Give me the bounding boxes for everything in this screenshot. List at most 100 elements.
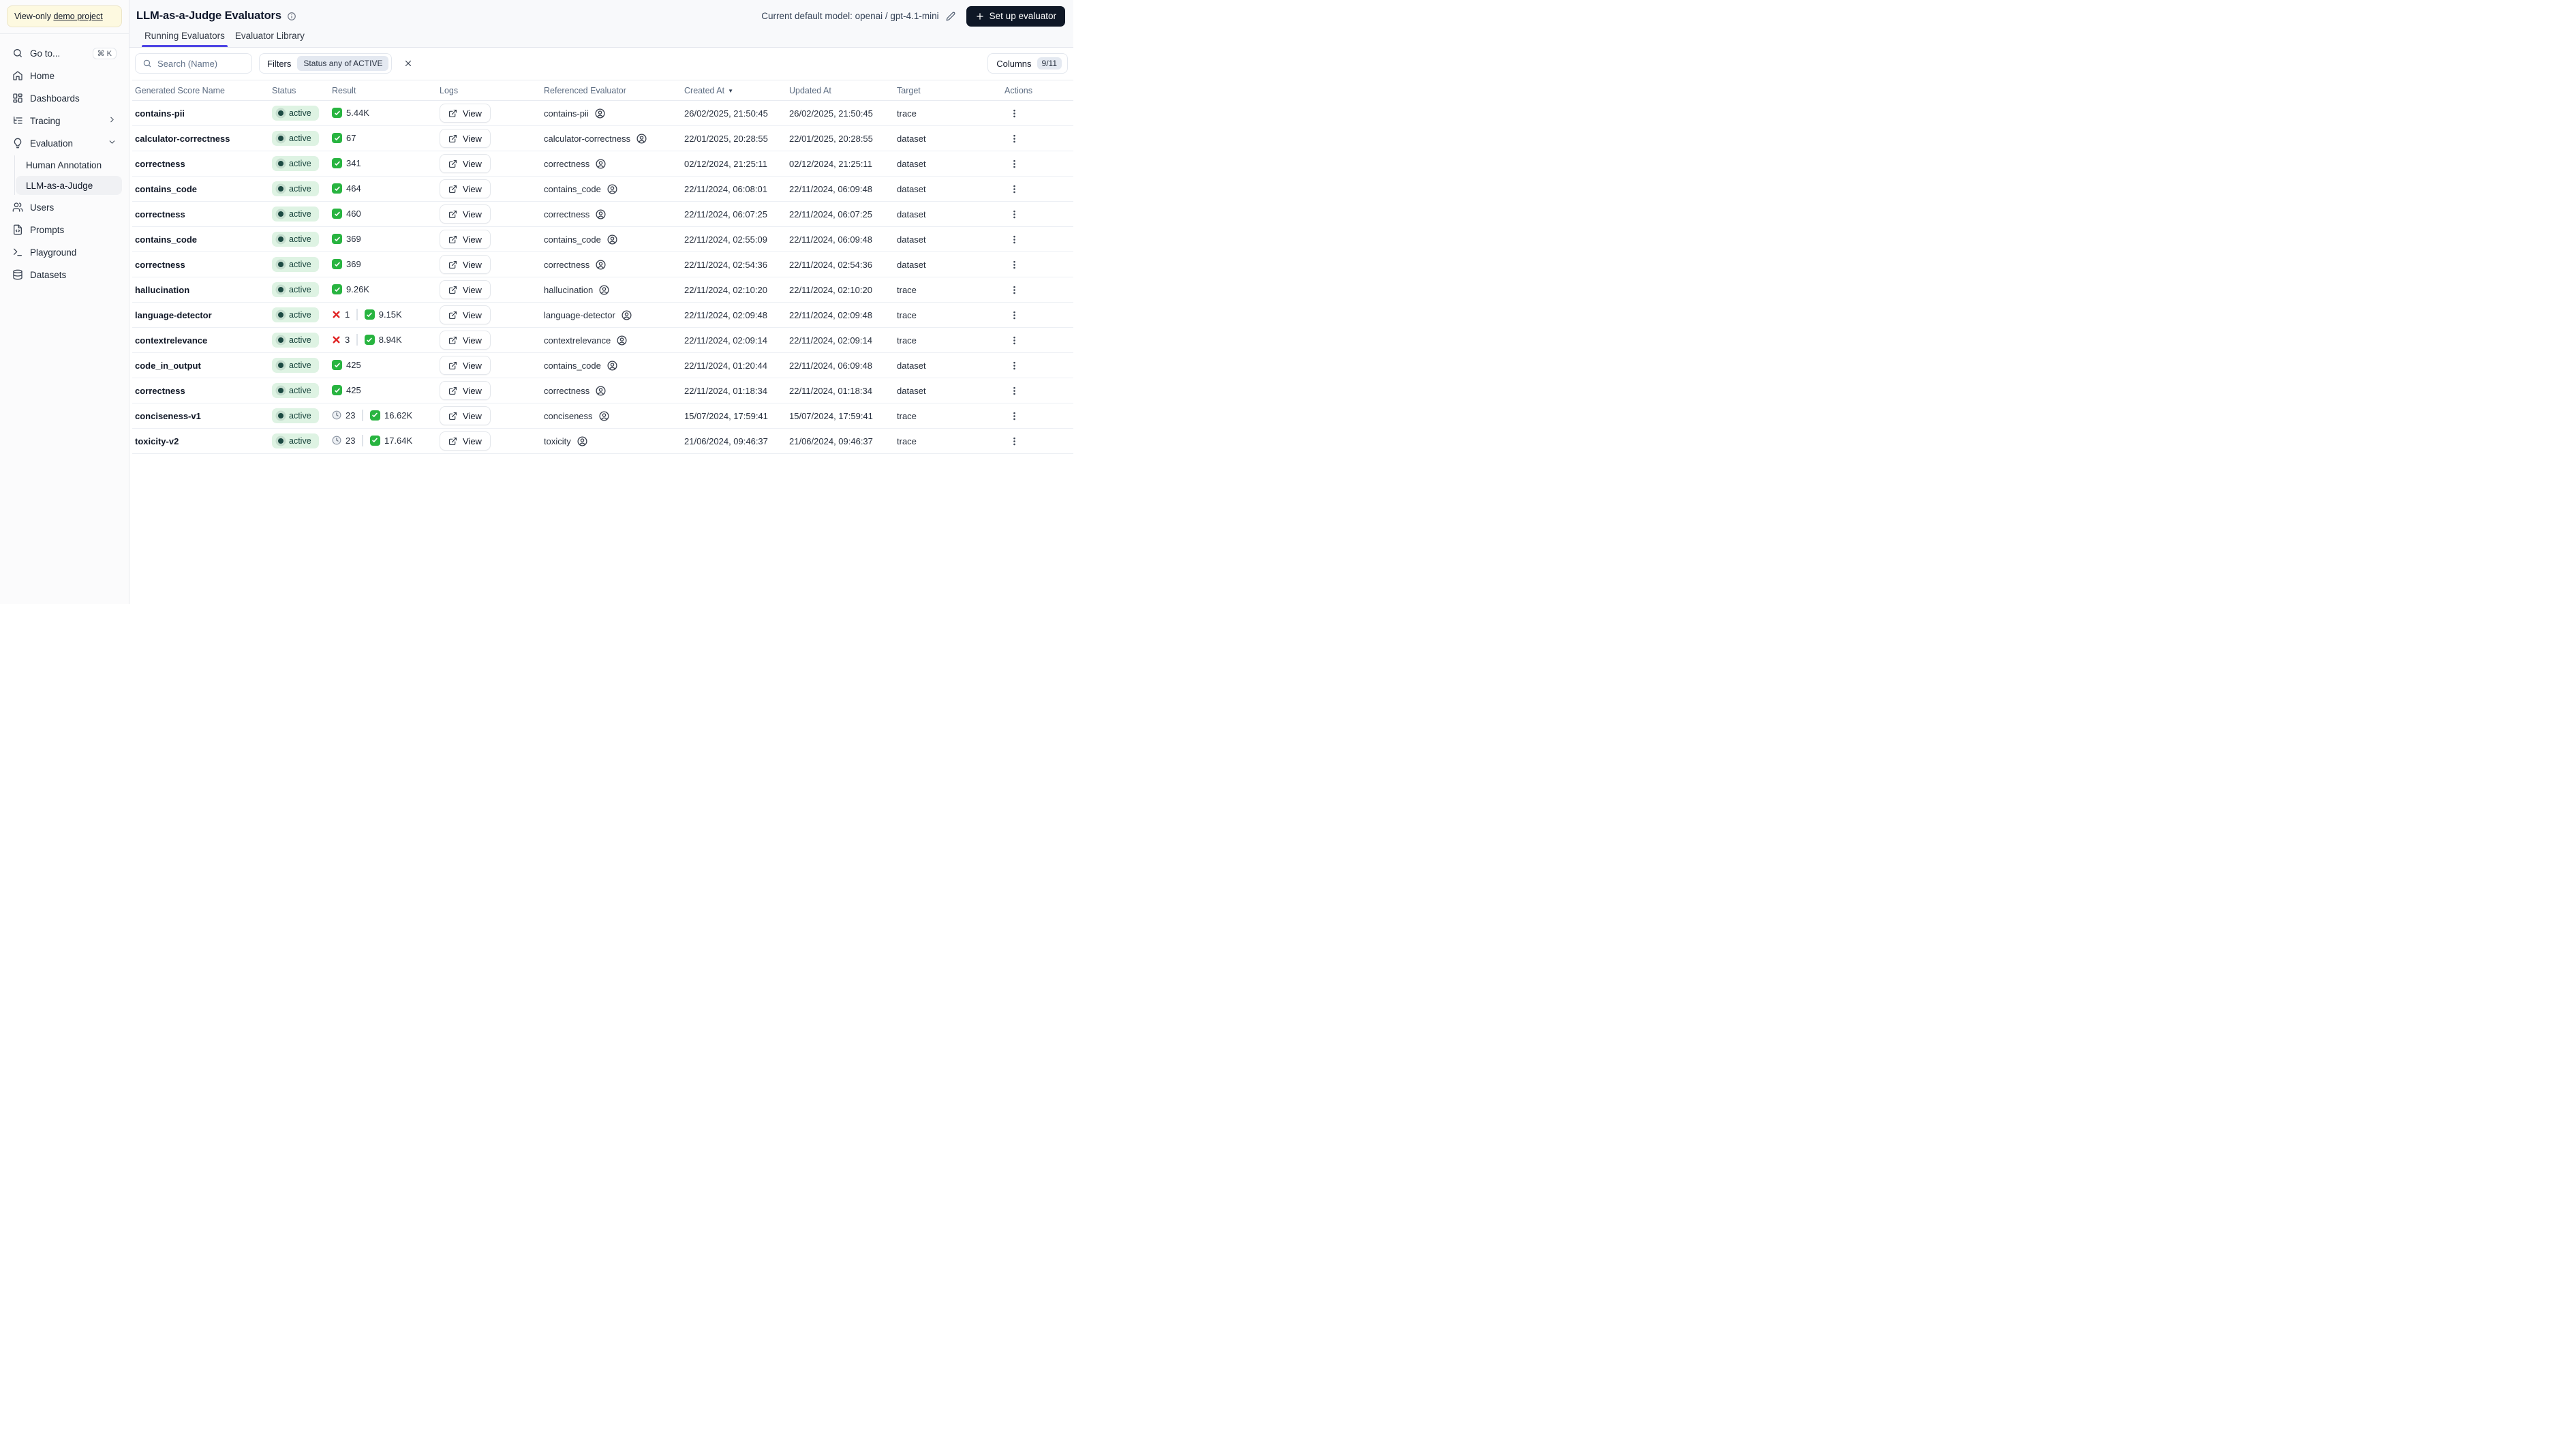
referenced-evaluator[interactable]: contains_code — [544, 183, 618, 195]
logs-view-button[interactable]: View — [440, 331, 491, 350]
referenced-evaluator[interactable]: hallucination — [544, 284, 610, 296]
table-row[interactable]: correctness active 460 View correctness … — [132, 201, 1073, 227]
referenced-evaluator[interactable]: correctness — [544, 259, 607, 271]
logs-view-button[interactable]: View — [440, 305, 491, 324]
row-actions-button[interactable] — [1005, 381, 1024, 400]
tab-running-evaluators[interactable]: Running Evaluators — [142, 31, 228, 47]
col-header-target[interactable]: Target — [894, 80, 1002, 101]
sidebar-item-dashboards[interactable]: Dashboards — [7, 88, 122, 108]
logs-view-button[interactable]: View — [440, 431, 491, 451]
status-label: active — [289, 310, 311, 320]
referenced-evaluator[interactable]: contextrelevance — [544, 335, 628, 346]
col-header-updated-at[interactable]: Updated At — [786, 80, 894, 101]
row-actions-button[interactable] — [1005, 406, 1024, 425]
row-actions-button[interactable] — [1005, 305, 1024, 324]
result-cell: 1 9.15K — [332, 309, 402, 320]
logs-view-button[interactable]: View — [440, 356, 491, 375]
referenced-evaluator[interactable]: correctness — [544, 158, 607, 170]
logs-view-label: View — [463, 436, 482, 446]
columns-button[interactable]: Columns 9/11 — [987, 53, 1068, 74]
logs-view-button[interactable]: View — [440, 179, 491, 198]
referenced-evaluator[interactable]: correctness — [544, 209, 607, 220]
referenced-evaluator[interactable]: language-detector — [544, 309, 632, 321]
sidebar-item-evaluation[interactable]: Evaluation — [7, 133, 122, 153]
status-label: active — [289, 386, 311, 395]
col-header-generated-score-name[interactable]: Generated Score Name — [132, 80, 269, 101]
table-row[interactable]: code_in_output active 425 View contains_… — [132, 352, 1073, 378]
col-header-status[interactable]: Status — [269, 80, 329, 101]
table-row[interactable]: contains_code active 464 View contains_c… — [132, 176, 1073, 202]
sidebar-item-playground[interactable]: Playground — [7, 242, 122, 262]
table-row[interactable]: calculator-correctness active 67 View ca… — [132, 125, 1073, 151]
row-actions-button[interactable] — [1005, 230, 1024, 249]
tracing-icon — [14, 117, 22, 124]
setup-evaluator-button[interactable]: Set up evaluator — [966, 5, 1065, 27]
error-cross-icon — [332, 335, 341, 344]
table-row[interactable]: correctness active 341 View correctness … — [132, 151, 1073, 177]
table-row[interactable]: contains-pii active 5.44K View contains-… — [132, 100, 1073, 126]
col-header-created-at[interactable]: Created At ▼ — [681, 80, 786, 101]
logs-view-button[interactable]: View — [440, 230, 491, 249]
logs-view-button[interactable]: View — [440, 255, 491, 274]
col-header-logs[interactable]: Logs — [437, 80, 541, 101]
logs-view-button[interactable]: View — [440, 406, 491, 425]
edit-pencil-icon[interactable] — [946, 12, 955, 21]
table-row[interactable]: conciseness-v1 active 23 16.62K View conc… — [132, 403, 1073, 429]
result-divider — [362, 434, 363, 446]
table-row[interactable]: toxicity-v2 active 23 17.64K View toxicit… — [132, 428, 1073, 454]
row-actions-button[interactable] — [1005, 255, 1024, 274]
row-actions-button[interactable] — [1005, 204, 1024, 224]
logs-view-label: View — [463, 133, 482, 144]
logs-view-button[interactable]: View — [440, 129, 491, 148]
referenced-evaluator[interactable]: toxicity — [544, 436, 588, 447]
demo-project-link[interactable]: demo project — [53, 12, 102, 21]
table-row[interactable]: language-detector active 1 9.15K View lan… — [132, 302, 1073, 328]
score-name: contains_code — [135, 183, 198, 194]
columns-label: Columns — [996, 58, 1032, 69]
sidebar-item-users[interactable]: Users — [7, 197, 122, 217]
referenced-evaluator[interactable]: contains_code — [544, 234, 618, 245]
logs-view-button[interactable]: View — [440, 104, 491, 123]
user-circle-icon — [596, 209, 606, 219]
referenced-evaluator[interactable]: contains-pii — [544, 108, 606, 119]
updated-at: 02/12/2024, 21:25:11 — [789, 158, 872, 169]
row-actions-button[interactable] — [1005, 431, 1024, 451]
sidebar-item-llm-as-a-judge[interactable]: LLM-as-a-Judge — [16, 176, 122, 196]
row-actions-button[interactable] — [1005, 179, 1024, 198]
referenced-evaluator[interactable]: calculator-correctness — [544, 133, 647, 144]
col-header-referenced-evaluator[interactable]: Referenced Evaluator — [541, 80, 681, 101]
row-actions-button[interactable] — [1005, 280, 1024, 299]
search-input[interactable] — [157, 58, 245, 69]
table-row[interactable]: contextrelevance active 3 8.94K View cont… — [132, 327, 1073, 353]
sidebar-item-prompts[interactable]: Prompts — [7, 219, 122, 240]
info-icon[interactable] — [287, 12, 296, 21]
logs-view-button[interactable]: View — [440, 154, 491, 173]
row-actions-button[interactable] — [1005, 129, 1024, 148]
row-actions-button[interactable] — [1005, 331, 1024, 350]
table-row[interactable]: correctness active 425 View correctness … — [132, 378, 1073, 403]
clear-filters-button[interactable] — [399, 54, 418, 73]
tab-evaluator-library[interactable]: Evaluator Library — [232, 31, 307, 47]
row-actions-button[interactable] — [1005, 154, 1024, 173]
user-circle-icon — [596, 385, 606, 396]
logs-view-button[interactable]: View — [440, 280, 491, 299]
table-row[interactable]: hallucination active 9.26K View hallucin… — [132, 277, 1073, 303]
row-actions-button[interactable] — [1005, 356, 1024, 375]
table-row[interactable]: correctness active 369 View correctness … — [132, 251, 1073, 277]
sidebar-item-home[interactable]: Home — [7, 65, 122, 86]
referenced-evaluator[interactable]: conciseness — [544, 410, 610, 422]
logs-view-button[interactable]: View — [440, 381, 491, 400]
default-model-label: Current default model: openai / gpt-4.1-… — [761, 11, 939, 21]
referenced-evaluator[interactable]: contains_code — [544, 360, 618, 371]
row-actions-button[interactable] — [1005, 104, 1024, 123]
table-row[interactable]: contains_code active 369 View contains_c… — [132, 226, 1073, 252]
sidebar-item-tracing[interactable]: Tracing — [7, 110, 122, 131]
filters-button[interactable]: Filters Status any of ACTIVE — [259, 53, 393, 74]
logs-view-button[interactable]: View — [440, 204, 491, 224]
referenced-evaluator[interactable]: correctness — [544, 385, 607, 397]
score-name: contains_code — [135, 234, 198, 245]
goto-search[interactable]: Go to... ⌘ K — [7, 43, 122, 63]
sidebar-item-datasets[interactable]: Datasets — [7, 264, 122, 285]
col-header-result[interactable]: Result — [329, 80, 437, 101]
sidebar-item-human-annotation[interactable]: Human Annotation — [16, 155, 122, 174]
